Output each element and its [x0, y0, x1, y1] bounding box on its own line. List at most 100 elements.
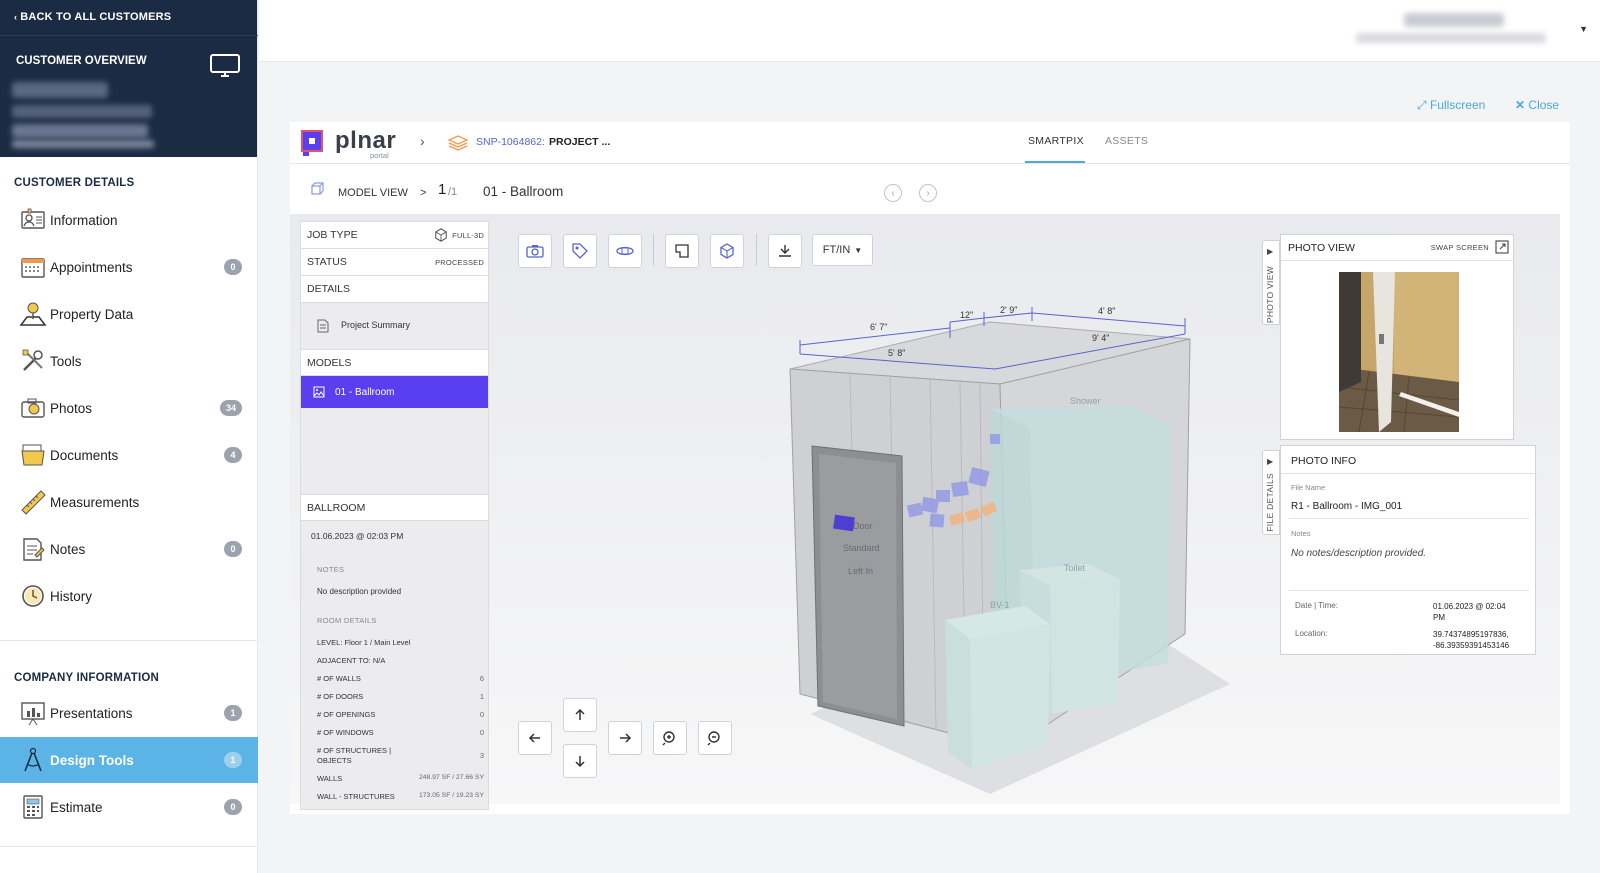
project-summary-link[interactable]: Project Summary [341, 320, 410, 330]
photo-info-title: PHOTO INFO [1291, 455, 1357, 467]
sidebar-item-history[interactable]: History [0, 573, 258, 619]
swap-icon[interactable] [1495, 240, 1509, 254]
sidebar-item-presentations[interactable]: Presentations 1 [0, 690, 258, 736]
sidebar-item-design-tools[interactable]: Design Tools 1 [0, 737, 258, 783]
file-details-side-tab[interactable]: ▶ FILE DETAILS [1262, 450, 1280, 535]
tab-smartpix[interactable]: SMARTPIX [1028, 135, 1084, 147]
close-icon: ✕ [1515, 98, 1526, 112]
room-photo[interactable] [1339, 272, 1459, 432]
caret-down-icon[interactable]: ▼ [1579, 24, 1588, 34]
location-label: Location: [1295, 629, 1328, 638]
level-value: LEVEL: Floor 1 / Main Level [317, 638, 411, 647]
pan-right-button[interactable] [608, 721, 642, 755]
document-icon [317, 319, 329, 333]
user-name-redacted[interactable] [1404, 13, 1504, 27]
zoom-in-button[interactable] [653, 721, 687, 755]
pan-left-button[interactable] [518, 721, 552, 755]
prev-arrow-icon[interactable]: ‹ [884, 184, 902, 202]
door-type-label: Standard [843, 543, 880, 553]
sidebar-item-measurements[interactable]: Measurements [0, 479, 258, 525]
location-line: -86.39359391453146 [1433, 641, 1510, 650]
model-list-item[interactable]: 01 - Ballroom [301, 376, 488, 408]
side-tab-label: FILE DETAILS [1265, 473, 1275, 532]
stat-label: WALL - STRUCTURES [317, 792, 395, 801]
estimate-count-badge: 0 [224, 799, 242, 815]
adjacent-value: ADJACENT TO: N/A [317, 656, 386, 665]
rotate-icon [615, 244, 635, 258]
monitor-icon[interactable] [209, 53, 241, 79]
download-button[interactable] [768, 234, 802, 268]
sidebar-item-information[interactable]: Information [0, 197, 258, 243]
pan-up-button[interactable] [563, 698, 597, 732]
photo-view-side-tab[interactable]: ▶ PHOTO VIEW [1262, 240, 1280, 325]
photo-info-header: PHOTO INFO [1281, 446, 1537, 474]
rotate-button[interactable] [608, 234, 642, 268]
sidebar-item-tools[interactable]: Tools [0, 338, 258, 384]
model-view-label: MODEL VIEW [338, 187, 408, 199]
sidebar-item-label: Tools [50, 353, 82, 369]
tag-button[interactable] [563, 234, 597, 268]
close-button[interactable]: ✕ Close [1515, 98, 1559, 112]
details-body: Project Summary [301, 303, 488, 349]
fullscreen-button[interactable]: ⤢ Fullscreen [1417, 98, 1485, 113]
zoom-out-button[interactable] [698, 721, 732, 755]
models-label: MODELS [307, 356, 352, 369]
photos-count-badge: 34 [220, 400, 242, 416]
status-row: STATUS PROCESSED [301, 249, 488, 276]
sidebar-item-documents[interactable]: Documents 4 [0, 432, 258, 478]
close-label: Close [1528, 98, 1560, 112]
photo-view-panel: PHOTO VIEW SWAP SCREEN [1280, 234, 1515, 440]
sidebar-item-label: Information [50, 212, 118, 228]
stat-row: # OF OPENINGS 0 [317, 710, 484, 719]
file-name-value: R1 - Ballroom - IMG_001 [1291, 501, 1403, 512]
tab-assets[interactable]: ASSETS [1105, 135, 1148, 147]
plnar-logo-icon [299, 128, 329, 158]
stat-value: 0 [479, 728, 484, 737]
company-information-heading: COMPANY INFORMATION [14, 672, 159, 684]
top-header: ▼ [259, 0, 1600, 62]
sidebar-item-appointments[interactable]: Appointments 0 [0, 244, 258, 290]
folder-icon [19, 441, 47, 469]
stat-row: WALL - STRUCTURES 173.05 SF / 19.23 SY [317, 792, 484, 801]
separator-icon: > [420, 187, 427, 199]
stat-label: WALLS [317, 774, 343, 783]
floorplan-button[interactable] [665, 234, 699, 268]
next-arrow-icon[interactable]: › [919, 184, 937, 202]
dimension-label: 4' 8" [1098, 306, 1115, 316]
pan-down-button[interactable] [563, 744, 597, 778]
sidebar-item-label: Measurements [50, 494, 140, 510]
stat-label: # OF DOORS [317, 692, 364, 701]
door-label: Door [853, 521, 873, 531]
project-id-link[interactable]: SNP-1064862: [476, 136, 545, 148]
page-current: 1 [438, 181, 447, 198]
map-pin-icon [19, 300, 47, 328]
swap-screen-button[interactable]: SWAP SCREEN [1431, 243, 1489, 252]
models-row: MODELS [301, 349, 488, 376]
sidebar-item-label: Presentations [50, 705, 133, 721]
room-label: BALLROOM [307, 501, 366, 514]
sidebar-item-notes[interactable]: Notes 0 [0, 526, 258, 572]
sidebar-item-property-data[interactable]: Property Data [0, 291, 258, 337]
dimension-label: 9' 4" [1092, 333, 1109, 343]
shower-label: Shower [1070, 396, 1101, 406]
expand-icon: ⤢ [1417, 98, 1427, 112]
sidebar-item-photos[interactable]: Photos 34 [0, 385, 258, 431]
sidebar-item-label: Notes [50, 541, 86, 557]
page-total: /1 [448, 186, 458, 198]
units-select[interactable]: FT/IN ▼ [812, 234, 873, 266]
3d-view-button[interactable] [710, 234, 744, 268]
camera-icon [19, 394, 47, 422]
user-email-redacted [1356, 33, 1546, 43]
status-label: STATUS [307, 256, 347, 268]
cube-outline-icon [308, 182, 326, 198]
chevron-right-icon: › [420, 133, 425, 149]
models-list-empty [301, 408, 488, 494]
job-type-value: FULL-3D [452, 230, 484, 240]
back-to-customers-link[interactable]: ‹ BACK TO ALL CUSTOMERS [14, 11, 171, 23]
details-label: DETAILS [307, 283, 350, 295]
camera-button[interactable] [518, 234, 552, 268]
sidebar-item-estimate[interactable]: Estimate 0 [0, 784, 258, 830]
back-link-label: BACK TO ALL CUSTOMERS [20, 11, 172, 23]
compass-icon [19, 746, 47, 774]
units-select-value: FT/IN [822, 244, 851, 256]
